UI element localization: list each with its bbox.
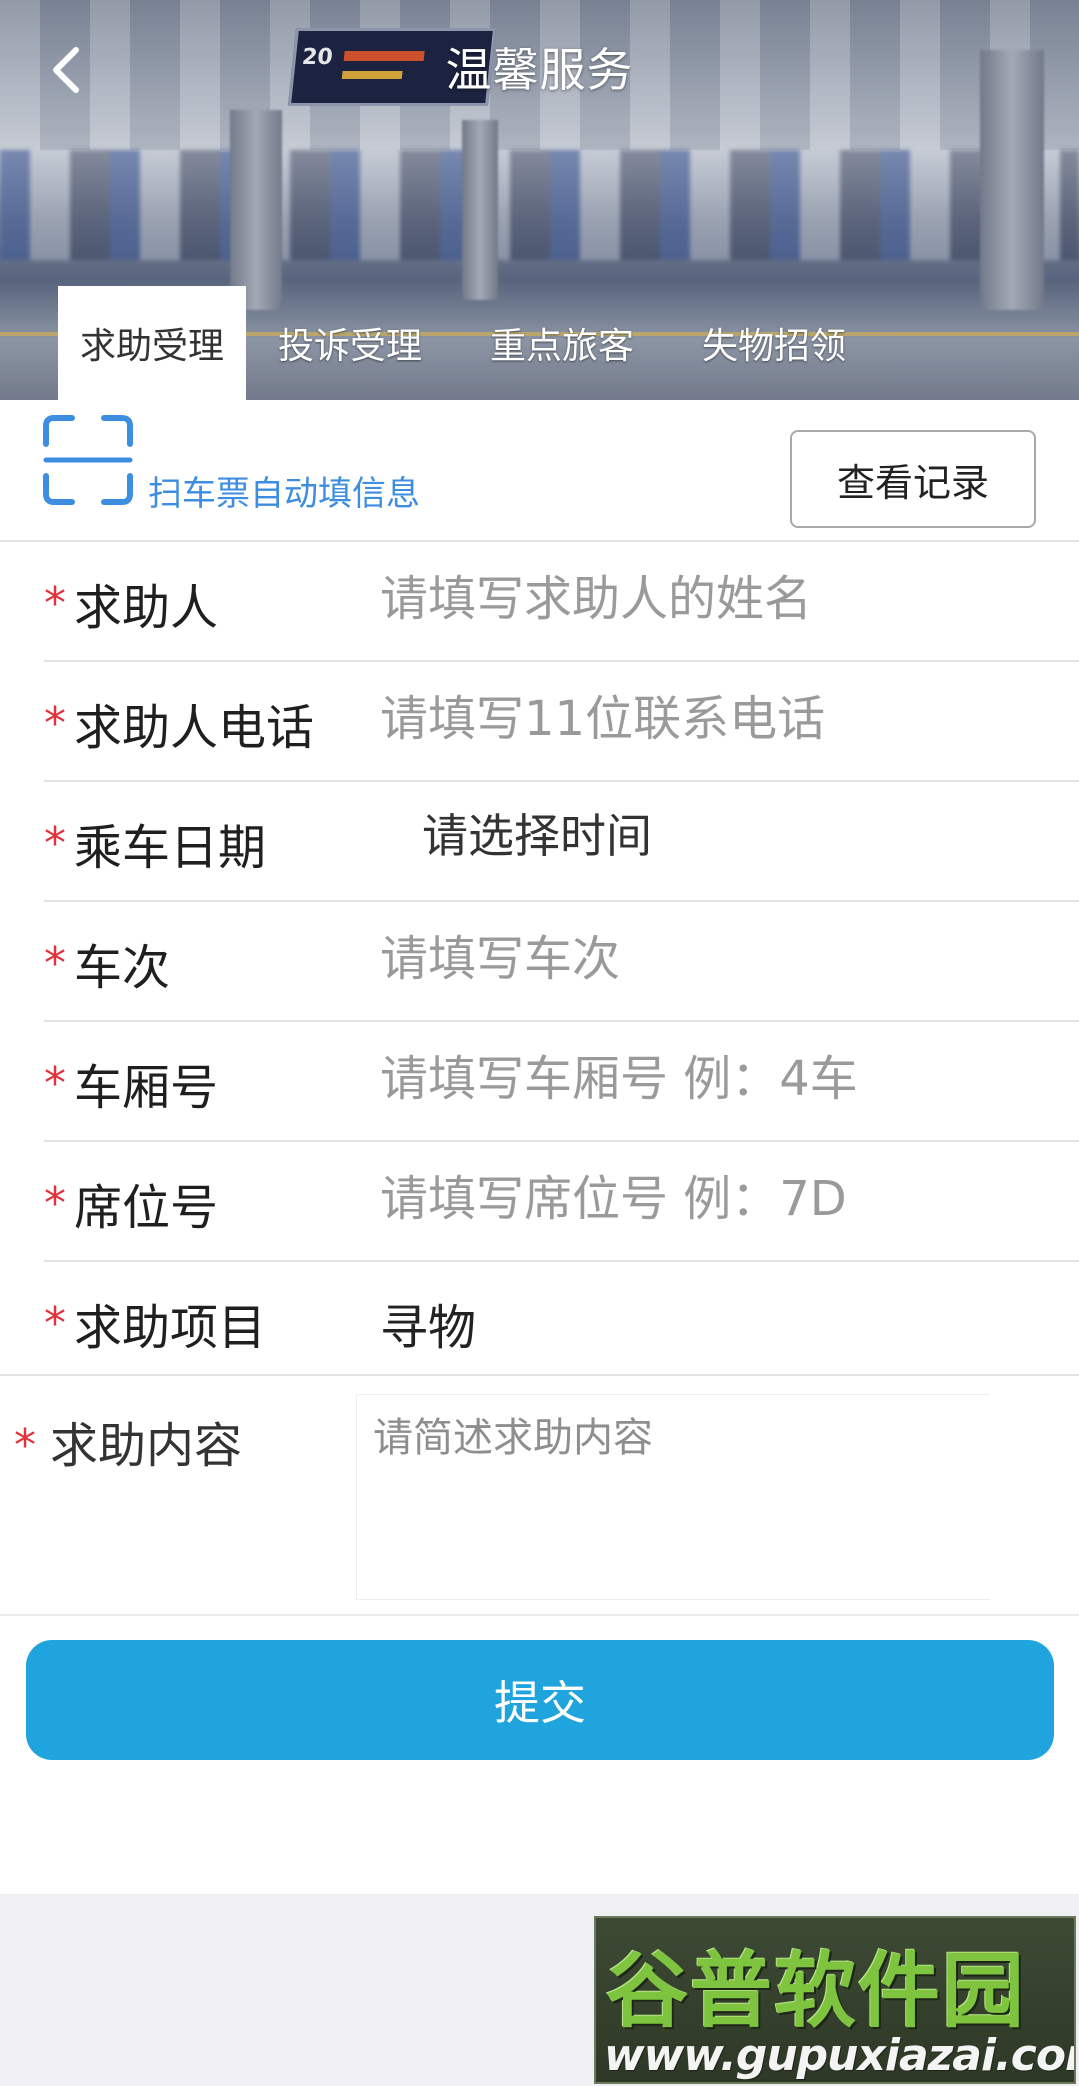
scan-icon[interactable]	[42, 414, 134, 506]
requester-name-input[interactable]	[380, 564, 1060, 634]
form-row-requester: * 求助人	[44, 542, 1079, 662]
tab-complaint[interactable]: 投诉受理	[256, 286, 444, 400]
watermark-url: www.gupuxiazai.com	[604, 2030, 1076, 2081]
tab-help[interactable]: 求助受理	[58, 286, 247, 400]
required-mark: *	[14, 1420, 36, 1471]
form-row-seat: * 席位号	[44, 1142, 1079, 1262]
form-row-date: * 乘车日期 请选择时间	[44, 782, 1079, 902]
form-row-phone: * 求助人电话	[44, 662, 1079, 782]
field-label: 求助项目	[74, 1300, 267, 1356]
submit-button[interactable]: 提交	[26, 1640, 1054, 1760]
train-number-input[interactable]	[380, 924, 1060, 994]
field-label: 席位号	[74, 1180, 219, 1236]
help-form: * 求助人 * 求助人电话 * 乘车日期 请选择时间 * 车次 * 车厢号 * …	[0, 542, 1079, 1382]
form-row-train: * 车次	[44, 902, 1079, 1022]
seat-number-input[interactable]	[380, 1164, 1060, 1234]
view-records-button[interactable]: 查看记录	[790, 430, 1036, 528]
scan-row: 扫车票自动填信息 查看记录	[0, 400, 1079, 542]
field-label: 乘车日期	[74, 820, 267, 876]
required-mark: *	[44, 1298, 66, 1349]
field-label: 求助人	[74, 580, 219, 636]
field-label: 求助人电话	[74, 700, 315, 756]
tab-bar: 求助受理 投诉受理 重点旅客 失物招领	[58, 286, 892, 400]
required-mark: *	[44, 578, 66, 629]
required-mark: *	[44, 938, 66, 989]
scan-ticket-link[interactable]: 扫车票自动填信息	[148, 466, 420, 515]
watermark-name: 谷普软件园	[606, 1944, 1027, 2039]
required-mark: *	[44, 698, 66, 749]
form-row-help-item: * 求助项目 寻物	[44, 1262, 1079, 1382]
field-label: 车厢号	[74, 1060, 219, 1116]
form-row-carriage: * 车厢号	[44, 1022, 1079, 1142]
help-content-textarea[interactable]	[356, 1394, 990, 1600]
required-mark: *	[44, 1178, 66, 1229]
phone-input[interactable]	[380, 684, 1060, 754]
form-row-content: * 求助内容	[0, 1374, 1079, 1616]
field-label: 车次	[74, 940, 171, 996]
tab-key-passenger[interactable]: 重点旅客	[468, 286, 656, 400]
date-picker[interactable]: 请选择时间	[422, 800, 652, 866]
field-label: 求助内容	[50, 1418, 243, 1474]
required-mark: *	[44, 818, 66, 869]
watermark-logo: 谷普软件园 www.gupuxiazai.com	[594, 1916, 1076, 2084]
help-item-select[interactable]: 寻物	[380, 1288, 476, 1358]
carriage-number-input[interactable]	[380, 1044, 1060, 1114]
page-title: 温馨服务	[445, 43, 634, 97]
required-mark: *	[44, 1058, 66, 1109]
tab-lost-found[interactable]: 失物招领	[680, 286, 868, 400]
